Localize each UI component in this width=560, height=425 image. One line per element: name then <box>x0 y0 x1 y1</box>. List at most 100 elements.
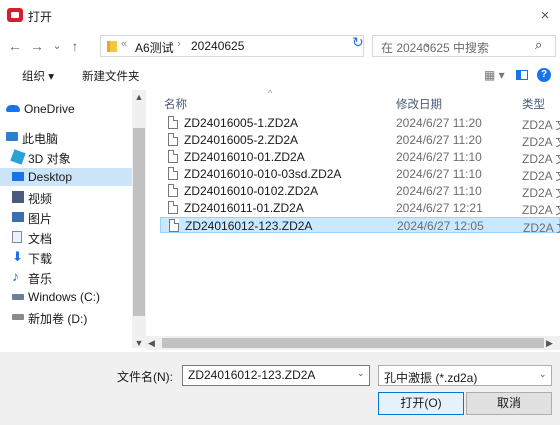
file-type: ZD2A 文件 <box>522 118 560 132</box>
drive-icon <box>12 314 24 320</box>
sidebar-item-label: 文档 <box>28 232 53 246</box>
search-icon[interactable]: ⌕ <box>535 37 542 53</box>
sidebar-scrollbar-thumb[interactable] <box>133 128 145 316</box>
cloud-icon <box>6 105 20 112</box>
filename-input[interactable]: ZD24016012-123.ZD2A ⌄ <box>182 365 370 386</box>
breadcrumb-20240625[interactable]: 20240625 <box>191 39 244 53</box>
table-row[interactable]: ZD24016011-01.ZD2A 2024/6/27 12:21 ZD2A 文件 <box>160 200 560 217</box>
column-type[interactable]: 类型 <box>522 96 545 112</box>
open-button[interactable]: 打开(O) <box>378 392 464 415</box>
sidebar-item-music[interactable]: ♪ 音乐 <box>0 268 132 286</box>
address-overflow[interactable]: « <box>121 38 127 50</box>
sidebar-item-label: 图片 <box>28 212 53 226</box>
preview-pane-icon[interactable] <box>516 70 528 80</box>
file-date: 2024/6/27 11:20 <box>396 133 482 147</box>
search-placeholder: 在 20240625 中搜索 <box>381 41 490 55</box>
file-type-filter[interactable]: 孔中激振 (*.zd2a) ⌄ <box>378 365 552 386</box>
file-date: 2024/6/27 11:10 <box>396 167 482 181</box>
file-icon <box>169 219 179 232</box>
sidebar-item-drive-d[interactable]: 新加卷 (D:) <box>0 308 132 326</box>
cube-icon <box>10 149 26 165</box>
file-date: 2024/6/27 11:20 <box>396 116 482 130</box>
chevron-down-icon[interactable]: ⌄ <box>539 369 547 380</box>
sidebar-item-downloads[interactable]: ⬇ 下载 <box>0 248 132 266</box>
file-date: 2024/6/27 11:10 <box>396 184 482 198</box>
scroll-up-icon[interactable]: ▲ <box>132 90 146 104</box>
column-headers: 名称 ^ 修改日期 类型 <box>146 88 560 114</box>
file-date: 2024/6/27 11:10 <box>396 150 482 164</box>
sidebar-item-documents[interactable]: 文档 <box>0 228 132 246</box>
close-button[interactable]: × <box>534 5 556 27</box>
file-icon <box>168 133 178 146</box>
sidebar-item-label: 视频 <box>28 192 53 206</box>
document-icon <box>12 231 22 243</box>
sidebar-item-label: 下载 <box>28 252 53 266</box>
navigation-pane: OneDrive 此电脑 3D 对象 Desktop 视频 图片 文档 ⬇ 下载… <box>0 90 146 350</box>
cancel-button[interactable]: 取消 <box>466 392 552 415</box>
music-icon: ♪ <box>12 268 19 284</box>
column-date-modified[interactable]: 修改日期 <box>396 96 442 112</box>
scroll-right-icon[interactable]: ▶ <box>546 336 553 350</box>
file-date: 2024/6/27 12:21 <box>396 201 483 215</box>
file-name: ZD24016011-01.ZD2A <box>184 201 304 215</box>
sidebar-item-pictures[interactable]: 图片 <box>0 208 132 226</box>
file-type: ZD2A 文件 <box>522 169 560 183</box>
sidebar-item-desktop[interactable]: Desktop <box>0 168 132 186</box>
file-name: ZD24016005-1.ZD2A <box>184 116 299 130</box>
sidebar-item-3d-objects[interactable]: 3D 对象 <box>0 148 132 166</box>
scroll-down-icon[interactable]: ▼ <box>132 336 146 350</box>
file-icon <box>168 150 178 163</box>
file-name: ZD24016010-010-03sd.ZD2A <box>184 167 342 181</box>
command-toolbar: 组织 ▾ 新建文件夹 ▦ ▾ ? <box>0 62 560 88</box>
scroll-left-icon[interactable]: ◀ <box>148 336 155 350</box>
video-icon <box>12 191 24 203</box>
sidebar-item-this-pc[interactable]: 此电脑 <box>0 128 132 146</box>
address-bar[interactable]: « A6测试 › 20240625 ⌄ <box>100 35 431 57</box>
filename-dropdown-icon[interactable]: ⌄ <box>357 368 365 379</box>
help-icon[interactable]: ? <box>537 68 551 82</box>
file-name: ZD24016012-123.ZD2A <box>185 219 313 233</box>
file-icon <box>168 167 178 180</box>
search-box[interactable]: 在 20240625 中搜索 ⌕ <box>372 35 556 57</box>
breadcrumb-a6[interactable]: A6测试 <box>135 39 174 56</box>
sidebar-item-drive-c[interactable]: Windows (C:) <box>0 288 132 306</box>
sidebar-item-label: OneDrive <box>24 102 75 116</box>
back-button[interactable]: ← <box>6 36 24 56</box>
file-icon <box>168 201 178 214</box>
computer-icon <box>6 132 18 141</box>
file-type: ZD2A 文件 <box>522 135 560 149</box>
horizontal-scrollbar[interactable]: ◀ ▶ <box>146 336 560 350</box>
view-options-icon[interactable]: ▦ ▾ <box>484 68 505 82</box>
table-row[interactable]: ZD24016010-01.ZD2A 2024/6/27 11:10 ZD2A 文件 <box>160 149 560 166</box>
table-row[interactable]: ZD24016005-1.ZD2A 2024/6/27 11:20 ZD2A 文件 <box>160 115 560 132</box>
filename-label: 文件名(N): <box>117 370 173 384</box>
filename-value: ZD24016012-123.ZD2A <box>188 368 316 382</box>
sidebar-item-onedrive[interactable]: OneDrive <box>0 100 132 118</box>
organize-button[interactable]: 组织 ▾ <box>22 68 54 84</box>
sidebar-item-label: Desktop <box>28 170 73 184</box>
dialog-footer: 文件名(N): ZD24016012-123.ZD2A ⌄ 孔中激振 (*.zd… <box>0 352 560 425</box>
file-icon <box>168 184 178 197</box>
app-icon <box>7 8 23 22</box>
sidebar-item-label: 音乐 <box>28 272 53 286</box>
up-button[interactable]: ↑ <box>66 36 84 56</box>
table-row[interactable]: ZD24016012-123.ZD2A 2024/6/27 12:05 ZD2A 文… <box>160 217 560 235</box>
forward-button[interactable]: → <box>28 36 46 56</box>
column-name[interactable]: 名称 <box>164 96 187 112</box>
horizontal-scrollbar-thumb[interactable] <box>162 338 544 348</box>
table-row[interactable]: ZD24016005-2.ZD2A 2024/6/27 11:20 ZD2A 文件 <box>160 132 560 149</box>
table-row[interactable]: ZD24016010-0102.ZD2A 2024/6/27 11:10 ZD2A … <box>160 183 560 200</box>
picture-icon <box>12 212 24 222</box>
sidebar-item-label: Windows (C:) <box>28 290 101 304</box>
desktop-icon <box>12 172 24 181</box>
download-icon: ⬇ <box>12 249 23 264</box>
sidebar-item-videos[interactable]: 视频 <box>0 188 132 206</box>
recent-locations-button[interactable]: ⌄ <box>48 36 66 56</box>
refresh-icon[interactable]: ↻ <box>352 34 364 51</box>
table-row[interactable]: ZD24016010-010-03sd.ZD2A 2024/6/27 11:10 Z… <box>160 166 560 183</box>
file-icon <box>168 116 178 129</box>
new-folder-button[interactable]: 新建文件夹 <box>82 68 140 84</box>
file-type-value: 孔中激振 (*.zd2a) <box>384 371 478 385</box>
drive-icon <box>12 294 24 300</box>
sidebar-item-label: 新加卷 (D:) <box>28 312 88 326</box>
